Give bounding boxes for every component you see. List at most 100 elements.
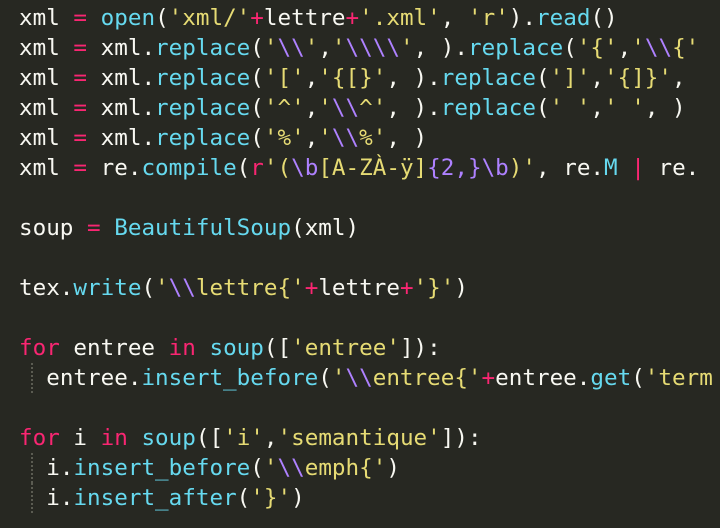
- code-token: =: [73, 5, 88, 31]
- code-line: xml = xml.replace('%','\\%', ): [19, 123, 427, 153]
- code-token: (: [250, 35, 264, 61]
- code-token: 'r': [467, 5, 509, 31]
- code-token: ': [318, 125, 332, 151]
- code-token: xml: [19, 65, 60, 91]
- code-token: +: [399, 275, 414, 301]
- code-token: =: [87, 215, 101, 241]
- code-line: xml = xml.replace('\\','\\\\', ).replace…: [19, 33, 699, 63]
- code-token: ,: [672, 65, 700, 91]
- code-token: lettre: [263, 5, 346, 31]
- code-token: soup: [209, 335, 264, 361]
- code-token: insert_before: [141, 365, 319, 391]
- code-token: compile: [141, 155, 237, 181]
- code-line: entree.insert_before('\\entree{'+entree.…: [19, 363, 713, 393]
- code-token: ': [399, 35, 414, 61]
- code-line: soup = BeautifulSoup(xml): [19, 213, 359, 243]
- code-token: \\: [331, 125, 360, 151]
- code-token: entree: [59, 335, 169, 361]
- code-token: ([: [263, 335, 292, 361]
- code-token: , ).: [386, 65, 441, 91]
- code-token: xml.: [87, 95, 156, 121]
- code-token: {2,}: [427, 155, 482, 181]
- code-token: M: [604, 155, 618, 181]
- code-token: '{[}': [318, 65, 387, 91]
- code-token: lettre{': [195, 275, 305, 301]
- code-token: '%': [263, 125, 305, 151]
- code-token: (: [155, 5, 169, 31]
- code-token: (: [236, 485, 251, 511]
- code-token: ,: [304, 125, 319, 151]
- code-token: ']': [549, 65, 591, 91]
- code-token: xml.: [87, 65, 156, 91]
- code-token: , ): [644, 95, 686, 121]
- code-token: '[': [263, 65, 305, 91]
- code-token: replace: [155, 125, 251, 151]
- code-token: lettre: [318, 275, 400, 301]
- code-token: re.: [87, 155, 142, 181]
- code-token: '^': [263, 95, 305, 121]
- code-token: in: [168, 335, 196, 361]
- code-token: read: [536, 5, 591, 31]
- code-token: =: [73, 65, 88, 91]
- code-token: (: [250, 125, 264, 151]
- indent-guide: [31, 483, 33, 513]
- code-token: soup: [19, 215, 74, 241]
- code-token: ': [263, 35, 278, 61]
- code-token: \\: [277, 35, 305, 61]
- code-token: |: [631, 155, 645, 181]
- code-token: r: [250, 155, 264, 181]
- code-token: entree.: [495, 365, 591, 391]
- code-token: ([: [195, 425, 224, 451]
- code-token: (: [141, 275, 156, 301]
- code-token: ,: [440, 5, 468, 31]
- code-token: ): [386, 455, 400, 481]
- code-token: open: [100, 5, 156, 31]
- code-token: write: [73, 275, 142, 301]
- code-line: xml = xml.replace('[','{[}', ).replace('…: [19, 63, 699, 93]
- code-token: xml.: [87, 35, 156, 61]
- code-token: =: [73, 95, 88, 121]
- code-token: xml: [19, 35, 60, 61]
- code-token: ): [291, 485, 305, 511]
- code-token: \\: [331, 95, 360, 121]
- code-token: , ).: [386, 95, 441, 121]
- code-token: \b: [481, 155, 509, 181]
- code-token: +: [481, 365, 496, 391]
- code-token: (xml): [291, 215, 360, 241]
- code-token: ]):: [399, 335, 441, 361]
- code-token: (: [631, 365, 645, 391]
- code-token: soup: [141, 425, 196, 451]
- code-token: ,: [304, 95, 319, 121]
- code-token: ': [331, 365, 346, 391]
- code-token: [A-ZÀ-ÿ]: [318, 155, 428, 181]
- code-token: xml: [19, 155, 60, 181]
- code-token: '{]}': [603, 65, 672, 91]
- code-line: xml = xml.replace('^','\\^', ).replace('…: [19, 93, 686, 123]
- code-token: ,: [617, 35, 632, 61]
- code-token: ): [454, 275, 468, 301]
- code-token: ,: [590, 65, 604, 91]
- code-token: entree{': [372, 365, 482, 391]
- code-token: for: [19, 425, 60, 451]
- code-token: +: [304, 275, 319, 301]
- code-token: i.: [46, 485, 74, 511]
- code-editor[interactable]: xml = open('xml/'+lettre+'.xml', 'r').re…: [0, 0, 720, 528]
- code-line: tex.write('\\lettre{'+lettre+'}'): [19, 273, 468, 303]
- code-token: ^': [359, 95, 387, 121]
- code-token: , ).: [413, 35, 468, 61]
- code-token: replace: [155, 35, 251, 61]
- code-token: insert_before: [73, 455, 251, 481]
- code-token: +: [345, 5, 360, 31]
- code-line: for i in soup(['i','semantique']):: [19, 423, 482, 453]
- code-token: i.: [46, 455, 74, 481]
- code-line: i.insert_before('\\emph{'): [19, 453, 400, 483]
- code-token: 'term: [644, 365, 713, 391]
- code-token: replace: [440, 95, 536, 121]
- code-token: ': [331, 35, 346, 61]
- code-token: =: [73, 125, 88, 151]
